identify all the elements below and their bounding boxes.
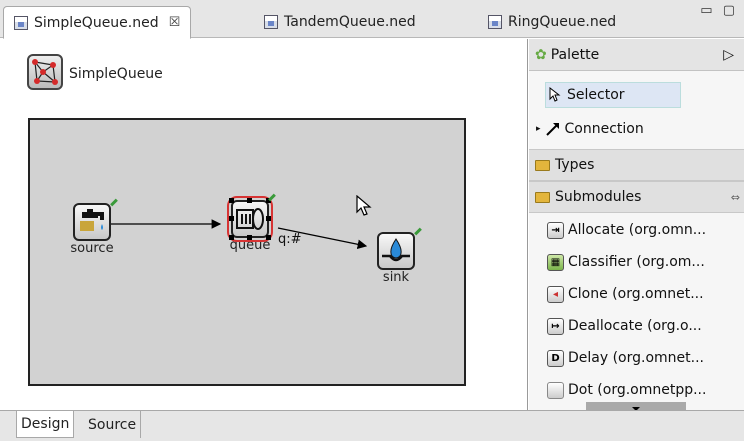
classifier-icon: ▦ [547, 253, 564, 271]
tab-tandemqueue[interactable]: TandemQueue.ned [254, 6, 426, 38]
module-label: queue [229, 238, 271, 253]
folder-icon [535, 191, 550, 203]
design-canvas[interactable]: SimpleQueue q:# source queue sink [0, 39, 528, 410]
selection-handle[interactable] [247, 235, 252, 240]
queue-icon [227, 193, 276, 242]
palette-item-deallocate[interactable]: ↦ Deallocate (org.o... [529, 310, 744, 342]
tab-label: RingQueue.ned [508, 14, 617, 30]
item-label: Deallocate (org.o... [568, 318, 702, 334]
allocate-icon: ⇥ [547, 221, 564, 239]
network-name: SimpleQueue [69, 66, 163, 82]
selection-handle[interactable] [266, 216, 271, 221]
tab-design[interactable]: Design [16, 411, 75, 438]
module-sink[interactable]: sink [368, 227, 424, 285]
item-label: Allocate (org.omn... [568, 222, 707, 238]
tool-label: Connection [564, 121, 644, 137]
module-queue[interactable]: queue [222, 193, 278, 253]
selection-handle[interactable] [229, 198, 234, 203]
pin-drawer-icon[interactable]: ⇔ [731, 191, 740, 204]
clone-icon: ◂ [547, 285, 564, 303]
connection-label: q:# [278, 232, 302, 247]
item-label: Dot (org.omnetpp... [568, 382, 707, 398]
mouse-pointer-icon [356, 195, 372, 216]
palette-item-clone[interactable]: ◂ Clone (org.omnet... [529, 278, 744, 310]
drawer-label: Types [555, 157, 595, 173]
tab-source[interactable]: Source [84, 411, 142, 438]
ned-file-icon [264, 15, 278, 29]
delay-icon: D [547, 349, 564, 367]
tab-label: TandemQueue.ned [284, 14, 416, 30]
palette-item-allocate[interactable]: ⇥ Allocate (org.omn... [529, 214, 744, 246]
drawer-types[interactable]: Types [529, 149, 744, 181]
palette-icon: ✿ [535, 46, 547, 63]
folder-icon [535, 159, 550, 171]
editor-mode-tabs: Design Source [0, 410, 744, 441]
connection-arrow-icon [545, 123, 559, 136]
palette-tool-connection[interactable]: ▸ Connection [529, 113, 744, 145]
collapse-palette-icon[interactable]: ▷ [723, 47, 734, 63]
drawer-label: Submodules [555, 189, 642, 205]
item-label: Clone (org.omnet... [568, 286, 704, 302]
palette-tool-selector[interactable]: Selector [529, 79, 744, 111]
selection-handle[interactable] [229, 235, 234, 240]
editor-tab-bar: SimpleQueue.ned ☒ TandemQueue.ned RingQu… [0, 0, 744, 39]
tool-label: Selector [567, 87, 625, 103]
palette-scroll-down-button[interactable] [586, 402, 686, 411]
module-label: sink [382, 270, 410, 285]
tab-simplequeue[interactable]: SimpleQueue.ned ☒ [3, 6, 192, 39]
arrow-pointer-icon [549, 87, 561, 102]
module-label: source [70, 241, 114, 256]
window-controls[interactable]: ▭ ▢ [700, 3, 738, 18]
ned-file-icon [14, 15, 28, 30]
palette-header: ✿ Palette ▷ [529, 39, 744, 71]
selection-handle[interactable] [266, 235, 271, 240]
close-icon[interactable]: ☒ [169, 15, 181, 30]
palette-panel: ✿ Palette ▷ Selector ▸ Connection Types … [529, 39, 744, 410]
deallocate-icon: ↦ [547, 317, 564, 335]
dot-icon [547, 381, 564, 399]
network-icon [27, 54, 63, 90]
ned-file-icon [488, 15, 502, 29]
item-label: Classifier (org.om... [568, 254, 705, 270]
network-compound-module[interactable]: q:# source queue sink [28, 118, 466, 386]
tab-ringqueue[interactable]: RingQueue.ned [478, 6, 626, 38]
source-icon [73, 198, 118, 241]
sink-icon [377, 227, 422, 270]
expand-arrow-icon[interactable]: ▸ [536, 124, 541, 134]
tab-label: SimpleQueue.ned [34, 14, 159, 31]
palette-item-delay[interactable]: D Delay (org.omnet... [529, 342, 744, 374]
item-label: Delay (org.omnet... [568, 350, 705, 366]
palette-item-classifier[interactable]: ▦ Classifier (org.om... [529, 246, 744, 278]
palette-title: Palette [550, 46, 600, 63]
module-source[interactable]: source [64, 198, 120, 256]
drawer-submodules[interactable]: Submodules ⇔ [529, 181, 744, 213]
selection-handle[interactable] [247, 198, 252, 203]
selection-handle[interactable] [229, 216, 234, 221]
